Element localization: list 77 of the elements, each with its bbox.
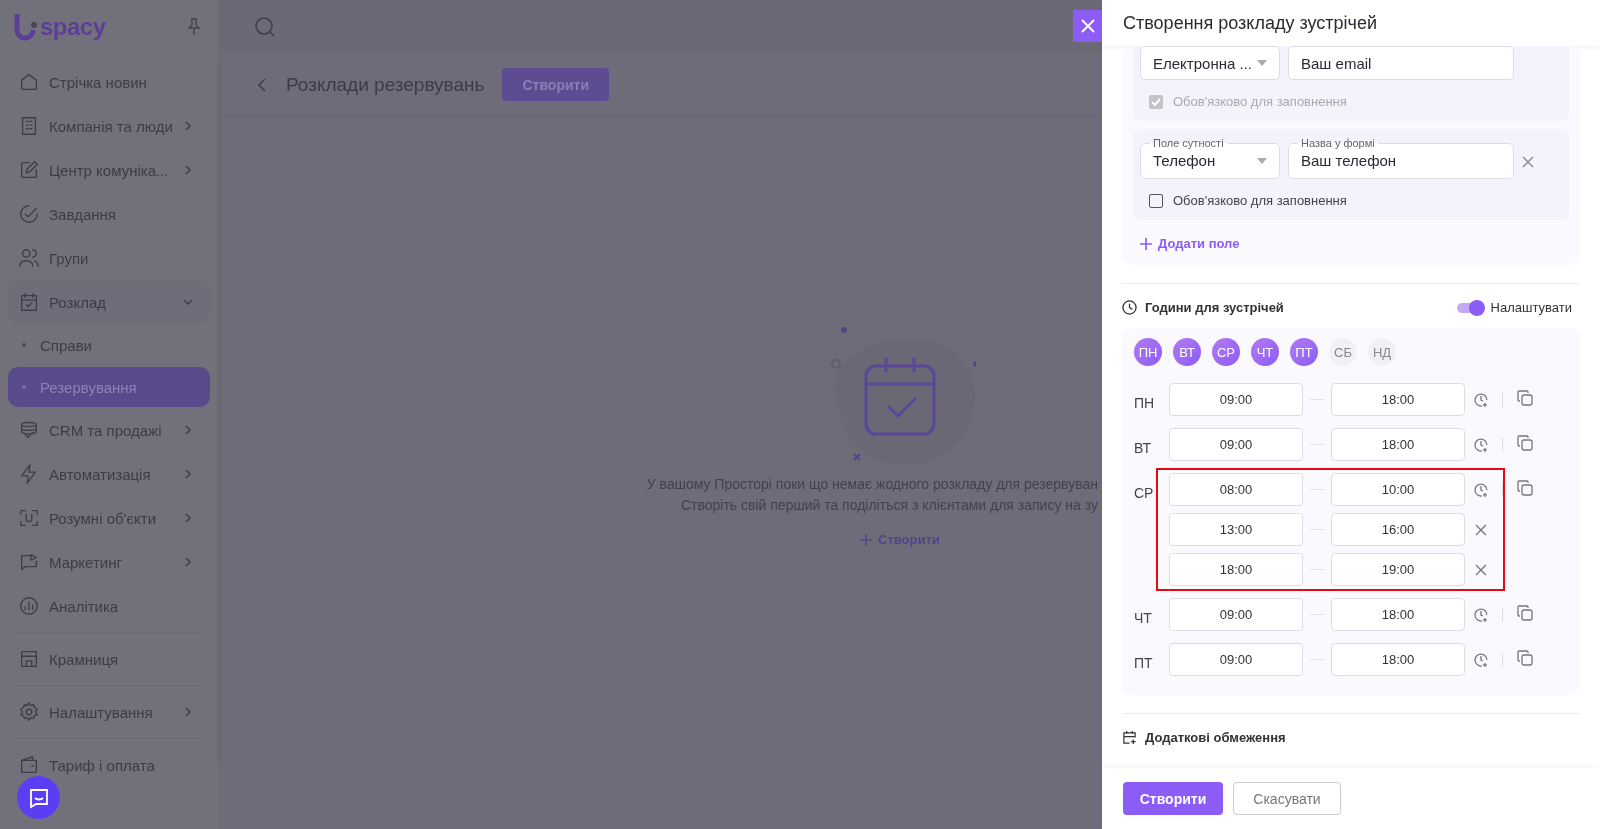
time-field[interactable]: 18:00	[1169, 553, 1304, 586]
cancel-button[interactable]: Скасувати	[1233, 782, 1341, 815]
section-title: Додаткові обмеження	[1145, 730, 1286, 745]
time-field[interactable]: 18:00	[1331, 428, 1466, 461]
megaphone-icon	[18, 551, 40, 573]
input-field[interactable]: Назва у формі Ваш телефон	[1288, 137, 1514, 179]
clock-plus-icon[interactable]	[1473, 436, 1489, 453]
checkbox-label: Обов'язково для заповнення	[1173, 94, 1347, 109]
copy-icon[interactable]	[1517, 390, 1533, 406]
chat-button[interactable]	[17, 776, 60, 819]
back-icon[interactable]	[256, 76, 268, 93]
day-label: ПН	[1134, 395, 1156, 411]
clock-plus-icon[interactable]	[1473, 391, 1489, 408]
dropdown-caret-icon	[1257, 60, 1267, 66]
day-chip[interactable]: НД	[1368, 338, 1396, 366]
time-field[interactable]: 10:00	[1331, 473, 1466, 506]
time-field[interactable]: 09:00	[1169, 428, 1304, 461]
dropdown-caret-icon	[1257, 157, 1267, 164]
time-field[interactable]: 09:00	[1169, 643, 1304, 676]
copy-icon[interactable]	[1517, 650, 1533, 666]
wallet-icon	[18, 754, 40, 776]
day-chip[interactable]: ПН	[1134, 338, 1162, 366]
time-field[interactable]: 18:00	[1331, 643, 1466, 676]
clock-icon	[1122, 300, 1137, 315]
day-chip[interactable]: ЧТ	[1251, 338, 1279, 366]
time-field[interactable]: 08:00	[1169, 473, 1304, 506]
day-chip[interactable]: ВТ	[1173, 338, 1201, 366]
day-label: СР	[1134, 485, 1155, 501]
scan-frame-icon	[18, 507, 40, 529]
clock-plus-icon[interactable]	[1473, 481, 1489, 498]
time-field[interactable]: 19:00	[1331, 553, 1466, 586]
settings-icon	[18, 701, 40, 723]
day-chip[interactable]: ПТ	[1290, 338, 1318, 366]
calendar-icon	[18, 291, 40, 313]
day-label: ВТ	[1134, 440, 1152, 456]
clock-plus-icon[interactable]	[1473, 606, 1489, 623]
toggle-switch[interactable]	[1456, 302, 1483, 313]
copy-icon[interactable]	[1517, 435, 1533, 451]
day-chip[interactable]: СБ	[1329, 338, 1357, 366]
clock-plus-icon[interactable]	[1473, 651, 1489, 668]
plus-icon	[1140, 237, 1152, 250]
day-chip[interactable]: СР	[1212, 338, 1240, 366]
home-icon	[18, 71, 40, 93]
drawer-title: Створення розкладу зустрічей	[1123, 12, 1377, 34]
time-field[interactable]: 13:00	[1169, 513, 1304, 546]
close-icon[interactable]	[1522, 156, 1534, 168]
stack-icon	[18, 419, 40, 441]
select-field[interactable]: Поле сутності Телефон	[1140, 137, 1280, 179]
plus-icon	[860, 533, 872, 546]
time-field[interactable]: 16:00	[1331, 513, 1466, 546]
calendar-plus-icon	[1122, 730, 1137, 745]
close-button[interactable]	[1073, 10, 1102, 42]
logo-mark-icon	[14, 12, 38, 42]
copy-icon[interactable]	[1517, 480, 1533, 496]
toggle-label: Налаштувати	[1490, 300, 1572, 315]
time-field[interactable]: 18:00	[1331, 383, 1466, 416]
store-icon	[18, 648, 40, 670]
checkbox-label: Обов'язково для заповнення	[1173, 193, 1347, 208]
time-field[interactable]: 09:00	[1169, 383, 1304, 416]
add-field-link[interactable]: Додати поле	[1140, 236, 1569, 251]
time-field[interactable]: 18:00	[1331, 598, 1466, 631]
nav-subitem[interactable]: Резервування	[8, 367, 210, 407]
chat-icon	[27, 786, 50, 809]
close-icon	[1080, 19, 1095, 33]
bullet-icon	[22, 385, 26, 389]
copy-icon[interactable]	[1517, 605, 1533, 621]
floating-label: Назва у формі	[1300, 137, 1376, 149]
users-icon	[18, 247, 40, 269]
floating-label: Поле сутності	[1152, 137, 1225, 149]
time-field[interactable]: 09:00	[1169, 598, 1304, 631]
day-label: ЧТ	[1134, 610, 1153, 626]
pin-icon[interactable]	[186, 18, 202, 36]
day-label: ПТ	[1134, 655, 1154, 671]
bullet-icon	[22, 343, 26, 347]
section-title: Години для зустрічей	[1145, 300, 1284, 315]
create-button[interactable]: Створити	[1123, 782, 1223, 815]
checkbox[interactable]	[1149, 193, 1163, 208]
